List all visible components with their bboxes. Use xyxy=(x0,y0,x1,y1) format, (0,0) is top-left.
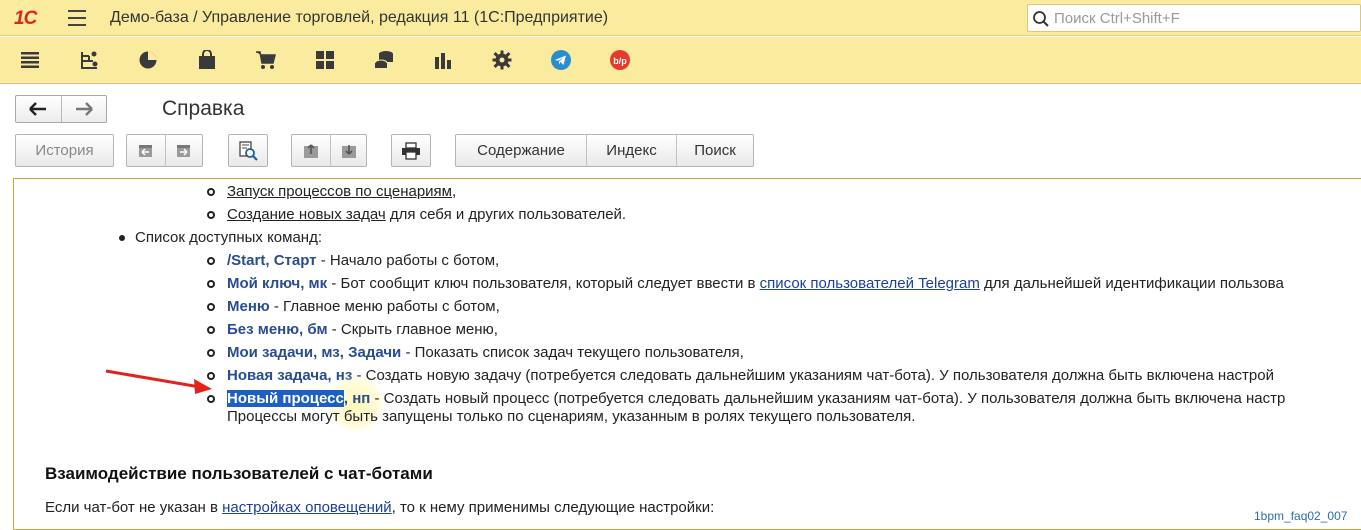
search-button[interactable]: Поиск xyxy=(676,135,753,166)
shopping-bag-icon[interactable] xyxy=(194,47,220,73)
find-icon xyxy=(239,140,258,161)
new-tasks-link[interactable]: Создание новых задач xyxy=(227,206,386,223)
app-logo: 1С xyxy=(14,8,37,29)
sections-panel: b/p xyxy=(0,37,1361,84)
telegram-users-link[interactable]: список пользователей Telegram xyxy=(760,275,980,292)
list-bullet xyxy=(207,257,215,265)
list-bullet xyxy=(207,211,215,219)
list-item-continuation: Процессы могут быть запущены только по с… xyxy=(227,408,916,425)
list-item: Мой ключ, мк - Бот сообщит ключ пользова… xyxy=(227,275,1284,292)
global-search[interactable] xyxy=(1027,4,1361,32)
paragraph: Если чат-бот не указан в настройках опов… xyxy=(45,499,715,516)
move-up-button[interactable] xyxy=(292,135,330,166)
selected-text: Новый процесс xyxy=(227,390,344,407)
list-bullet xyxy=(207,303,215,311)
nav-buttons xyxy=(15,95,107,123)
print-button[interactable] xyxy=(391,134,431,167)
list-item: Создание новых задач для себя и других п… xyxy=(227,206,627,223)
cart-icon[interactable] xyxy=(253,47,279,73)
svg-text:b/p: b/p xyxy=(613,56,627,66)
list-bullet xyxy=(119,235,125,241)
list-bullet xyxy=(207,188,215,196)
search-icon xyxy=(1033,11,1049,27)
grid-icon[interactable] xyxy=(312,47,338,73)
list-item: Мои задачи, мз, Задачи - Показать список… xyxy=(227,344,744,361)
command-bar: История Содержание Индекс Поиск xyxy=(0,134,1361,168)
list-bullet xyxy=(207,349,215,357)
move-down-button[interactable] xyxy=(330,135,366,166)
title-bar: 1С Демо-база / Управление торговлей, ред… xyxy=(0,0,1361,36)
org-chart-icon[interactable] xyxy=(76,47,102,73)
list-bullet xyxy=(207,372,215,380)
notification-settings-link[interactable]: настройках оповещений xyxy=(222,499,391,516)
gear-icon[interactable] xyxy=(489,47,515,73)
bar-chart-icon[interactable] xyxy=(430,47,456,73)
help-form: Справка История Содержание Индекс Поиск … xyxy=(0,85,1361,530)
printer-icon xyxy=(402,141,420,160)
list-bullet xyxy=(207,280,215,288)
menu-icon[interactable] xyxy=(17,47,43,73)
telegram-icon[interactable] xyxy=(548,47,574,73)
list-item: Новый процесс, нп - Создать новый процес… xyxy=(227,390,1286,407)
list-item: Новая задача, нз - Создать новую задачу … xyxy=(227,367,1274,384)
index-button[interactable]: Индекс xyxy=(586,135,676,166)
help-navigation-group: Содержание Индекс Поиск xyxy=(455,134,754,167)
list-item: /Start, Старт - Начало работы с ботом, xyxy=(227,252,500,269)
search-input[interactable] xyxy=(1054,8,1354,28)
watermark: 1bpm_faq02_007 xyxy=(1254,509,1348,523)
forward-button[interactable] xyxy=(60,96,106,122)
help-content: Запуск процессов по сценариям, Создание … xyxy=(13,178,1361,530)
page-title: Справка xyxy=(162,97,245,120)
scenario-processes-link[interactable]: Запуск процессов по сценариям xyxy=(227,183,452,200)
bpm-icon[interactable]: b/p xyxy=(607,47,633,73)
contents-button[interactable]: Содержание xyxy=(456,135,586,166)
app-title: Демо-база / Управление торговлей, редакц… xyxy=(110,9,609,26)
main-menu-icon[interactable] xyxy=(68,10,86,26)
section-heading: Взаимодействие пользователей с чат-ботам… xyxy=(45,464,433,483)
commands-heading: Список доступных команд: xyxy=(135,229,322,246)
list-bullet xyxy=(207,326,215,334)
history-button[interactable]: История xyxy=(15,134,114,167)
up-down-group xyxy=(291,134,367,167)
list-item: Запуск процессов по сценариям, xyxy=(227,183,457,200)
back-button[interactable] xyxy=(16,96,61,122)
list-item: Без меню, бм - Скрыть главное меню, xyxy=(227,321,498,338)
pie-chart-icon[interactable] xyxy=(135,47,161,73)
coins-icon[interactable] xyxy=(371,47,397,73)
prev-topic-button[interactable] xyxy=(127,135,165,166)
next-topic-button[interactable] xyxy=(165,135,202,166)
prev-next-topic-group xyxy=(126,134,203,167)
list-bullet xyxy=(207,395,215,403)
find-in-topic-button[interactable] xyxy=(228,134,268,167)
list-item: Меню - Главное меню работы с ботом, xyxy=(227,298,500,315)
